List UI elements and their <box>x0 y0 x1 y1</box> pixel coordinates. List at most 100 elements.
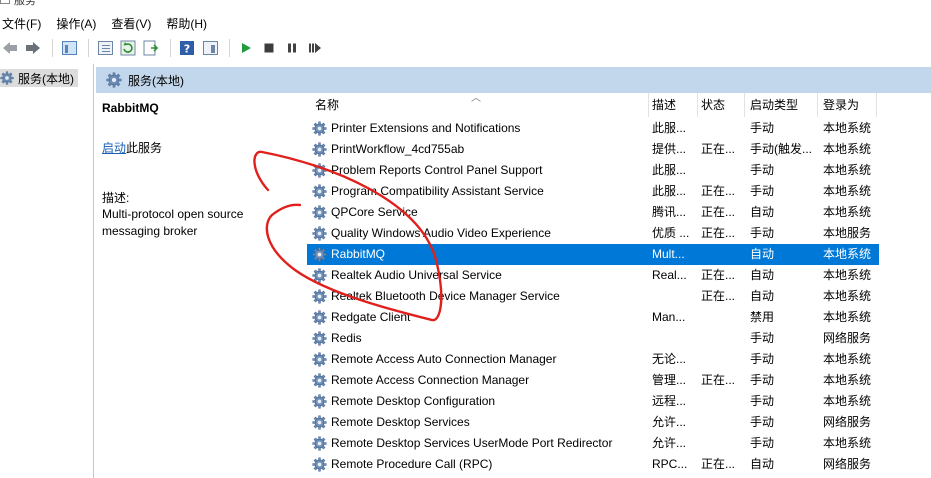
menu-view[interactable]: 查看(V) <box>109 15 151 32</box>
service-gear-icon <box>312 310 327 325</box>
start-service-icon[interactable] <box>236 38 256 58</box>
cell-status: 正在... <box>701 142 736 156</box>
cell-status <box>701 118 745 139</box>
table-row[interactable]: QPCore Service 腾讯... 正在... 自动 本地系统 <box>307 202 879 223</box>
menu-help[interactable]: 帮助(H) <box>164 15 207 32</box>
cell-description: 无论... <box>652 352 687 366</box>
window-title: 服务 <box>14 0 36 7</box>
show-action-pane-icon[interactable] <box>200 38 220 58</box>
table-row[interactable]: Program Compatibility Assistant Service 此… <box>307 181 879 202</box>
cell-startup-type: 手动 <box>750 226 775 240</box>
cell-name: Remote Procedure Call (RPC) <box>331 457 493 471</box>
gear-icon <box>106 72 122 88</box>
start-service-suffix: 此服务 <box>126 141 163 155</box>
back-icon[interactable] <box>0 38 20 58</box>
table-row[interactable]: Problem Reports Control Panel Support 此服.… <box>307 160 879 181</box>
pause-service-icon[interactable] <box>282 38 302 58</box>
table-header: ︿ 名称 描述 状态 启动类型 登录为 <box>307 93 931 117</box>
toolbar-separator <box>52 39 53 57</box>
restart-service-icon[interactable] <box>305 38 325 58</box>
services-window: { "window": { "title_fragment": "服务" }, … <box>0 0 931 478</box>
cell-name: Problem Reports Control Panel Support <box>331 163 543 177</box>
cell-logon-as: 本地系统 <box>823 373 872 387</box>
cell-name: Remote Desktop Services UserMode Port Re… <box>331 436 613 450</box>
table-row[interactable]: Redis 手动 网络服务 <box>307 328 879 349</box>
toolbar-separator <box>88 39 89 57</box>
cell-description: 远程... <box>652 394 687 408</box>
cell-startup-type: 自动 <box>750 205 775 219</box>
menu-action[interactable]: 操作(A) <box>54 15 96 32</box>
cell-startup-type: 手动 <box>750 415 775 429</box>
cell-name: PrintWorkflow_4cd755ab <box>331 142 465 156</box>
cell-name: Realtek Bluetooth Device Manager Service <box>331 289 560 303</box>
table-row[interactable]: Remote Desktop Configuration 远程... 手动 本地系统 <box>307 391 879 412</box>
cell-name: Remote Desktop Services <box>331 415 470 429</box>
cell-startup-type: 手动 <box>750 331 775 345</box>
cell-logon-as: 本地系统 <box>823 352 872 366</box>
table-row[interactable]: Printer Extensions and Notifications 此服..… <box>307 118 879 139</box>
table-row[interactable]: Redgate Client Man... 禁用 本地系统 <box>307 307 879 328</box>
cell-logon-as: 网络服务 <box>823 415 872 429</box>
forward-icon[interactable] <box>23 38 43 58</box>
export-list-icon[interactable] <box>141 38 161 58</box>
table-row[interactable]: Remote Desktop Services 允许... 手动 网络服务 <box>307 412 879 433</box>
cell-startup-type: 自动 <box>750 247 775 261</box>
table-row[interactable]: Remote Access Connection Manager 管理... 正在.… <box>307 370 879 391</box>
cell-description: 管理... <box>652 373 687 387</box>
service-gear-icon <box>312 226 327 241</box>
tree-item-services-local[interactable]: 服务(本地) <box>0 69 78 87</box>
table-row[interactable]: Remote Procedure Call (RPC) RPC... 正在... 自动… <box>307 454 879 475</box>
cell-name: Quality Windows Audio Video Experience <box>331 226 551 240</box>
column-description[interactable]: 描述 <box>648 93 698 117</box>
cell-name: QPCore Service <box>331 205 418 219</box>
service-gear-icon <box>312 163 327 178</box>
service-gear-icon <box>312 436 327 451</box>
cell-name: Redis <box>331 331 362 345</box>
table-row[interactable]: Quality Windows Audio Video Experience 优质… <box>307 223 879 244</box>
cell-logon-as: 本地系统 <box>823 121 872 135</box>
column-logon-as[interactable]: 登录为 <box>819 93 877 117</box>
table-row[interactable]: RabbitMQ Mult... 自动 本地系统 <box>307 244 879 265</box>
services-table: ︿ 名称 描述 状态 启动类型 登录为 Printer Extensions a… <box>307 93 931 478</box>
cell-startup-type: 手动 <box>750 436 775 450</box>
cell-name: Remote Access Connection Manager <box>331 373 530 387</box>
cell-status <box>701 307 745 328</box>
tree-item-label: 服务(本地) <box>18 71 74 86</box>
table-row[interactable]: Remote Desktop Services UserMode Port Re… <box>307 433 879 454</box>
start-service-link[interactable]: 启动 <box>102 141 126 155</box>
service-gear-icon <box>312 205 327 220</box>
column-status[interactable]: 状态 <box>697 93 745 117</box>
table-row[interactable]: Remote Access Auto Connection Manager 无论.… <box>307 349 879 370</box>
service-name: RabbitMQ <box>102 101 159 115</box>
cell-description: Mult... <box>652 247 685 261</box>
properties-icon[interactable] <box>95 38 115 58</box>
service-gear-icon <box>312 268 327 283</box>
toolbar-separator <box>229 39 230 57</box>
menu-file[interactable]: 文件(F) <box>0 15 41 32</box>
stop-service-icon[interactable] <box>259 38 279 58</box>
column-name[interactable]: 名称 <box>311 93 649 117</box>
service-gear-icon <box>312 373 327 388</box>
cell-name: RabbitMQ <box>331 247 386 261</box>
service-gear-icon <box>312 457 327 472</box>
help-icon[interactable]: ? <box>177 38 197 58</box>
table-row[interactable]: Realtek Audio Universal Service Real... 正在… <box>307 265 879 286</box>
service-gear-icon <box>312 331 327 346</box>
cell-description: 允许... <box>652 415 687 429</box>
column-startup-type[interactable]: 启动类型 <box>746 93 818 117</box>
cell-status: 正在... <box>701 373 736 387</box>
cell-logon-as: 本地系统 <box>823 436 872 450</box>
refresh-icon[interactable] <box>118 38 138 58</box>
service-gear-icon <box>312 394 327 409</box>
cell-status: 正在... <box>701 226 736 240</box>
table-row[interactable]: Realtek Bluetooth Device Manager Service… <box>307 286 879 307</box>
start-service-line: 启动此服务 <box>102 139 162 156</box>
svg-text:?: ? <box>184 43 190 56</box>
cell-description: Man... <box>652 310 686 324</box>
service-gear-icon <box>312 352 327 367</box>
table-row[interactable]: PrintWorkflow_4cd755ab 提供... 正在... 手动(触发...… <box>307 139 879 160</box>
show-hide-tree-icon[interactable] <box>59 38 79 58</box>
cell-startup-type: 自动 <box>750 268 775 282</box>
cell-logon-as: 本地系统 <box>823 310 872 324</box>
cell-logon-as: 网络服务 <box>823 331 872 345</box>
